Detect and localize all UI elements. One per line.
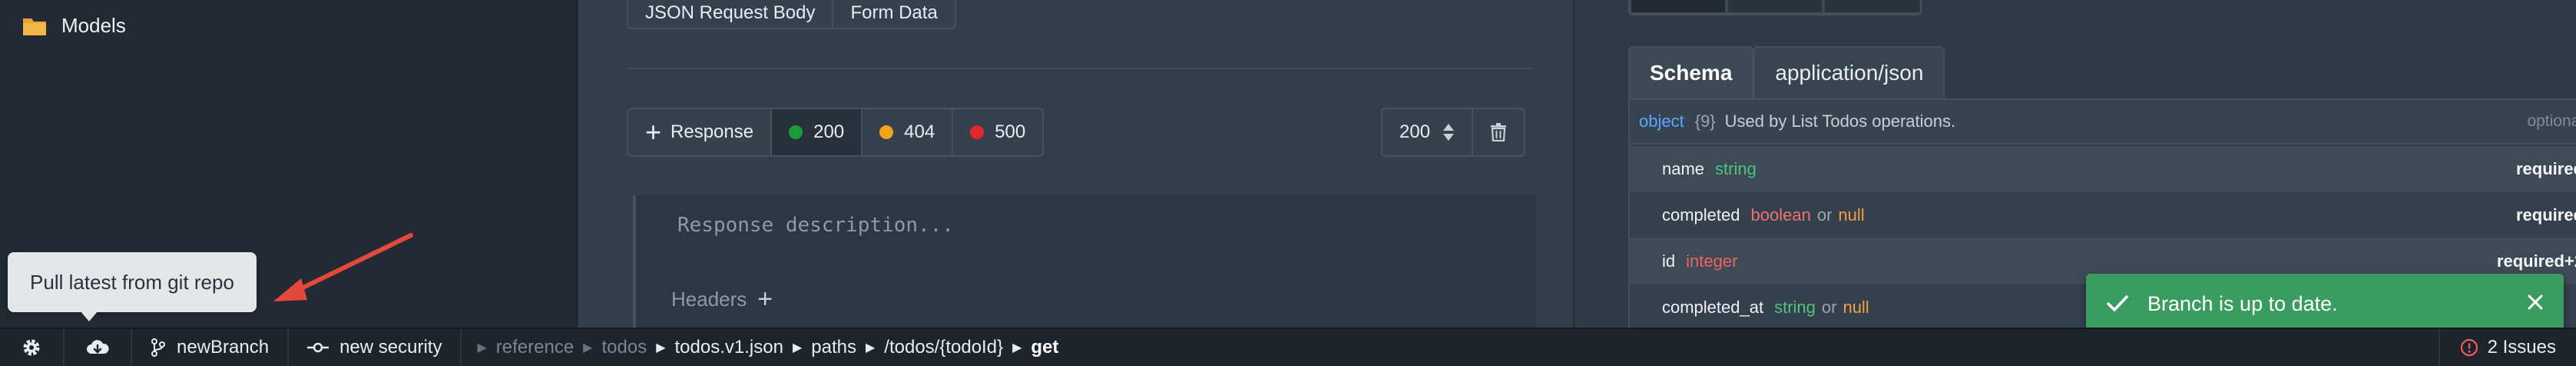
git-commit-icon: [307, 342, 329, 353]
chevron-right-icon: ▶: [792, 341, 803, 354]
segment-2[interactable]: [1727, 0, 1823, 14]
response-tab-500[interactable]: 500: [953, 109, 1042, 155]
tooltip: Pull latest from git repo: [8, 252, 257, 312]
breadcrumb-item[interactable]: /todos/{todoId}: [884, 337, 1003, 358]
close-toast-button[interactable]: [2527, 292, 2544, 316]
delete-response-button[interactable]: [1473, 109, 1524, 155]
commit-label: new security: [339, 337, 442, 358]
response-editor-panel: JSON Request Body Form Data + Response 2…: [579, 0, 1574, 328]
chevron-right-icon: ▶: [656, 341, 666, 354]
issues-count: 2 Issues: [2487, 337, 2556, 358]
divider: [627, 68, 1533, 69]
property-type: null: [1838, 205, 1865, 225]
chevron-right-icon: ▶: [1012, 341, 1022, 354]
schema-property-row[interactable]: name string required: [1630, 146, 2576, 192]
issues-button[interactable]: 2 Issues: [2438, 329, 2576, 366]
root-property-count: {9}: [1694, 111, 1716, 131]
chevron-right-icon: ▶: [583, 341, 593, 354]
alert-circle-icon: [2460, 338, 2478, 357]
branch-name: newBranch: [177, 337, 270, 358]
request-body-tabs: JSON Request Body Form Data: [627, 0, 956, 29]
property-type: string: [1774, 297, 1816, 317]
segment-1[interactable]: [1630, 0, 1727, 14]
response-tab-404[interactable]: 404: [863, 109, 954, 155]
property-name: completed: [1662, 205, 1740, 225]
property-requirement: required: [2515, 158, 2576, 178]
response-code: 200: [813, 121, 845, 142]
folder-icon: [22, 15, 48, 37]
breadcrumb-item[interactable]: todos: [601, 337, 647, 358]
schema-property-row[interactable]: completed boolean or null required: [1630, 192, 2576, 238]
branch-selector[interactable]: newBranch: [132, 329, 290, 366]
gear-icon: [23, 339, 40, 356]
chevron-right-icon: ▶: [865, 341, 876, 354]
headers-section: Headers +: [671, 284, 773, 314]
response-tab-200[interactable]: 200: [772, 109, 863, 155]
breadcrumb-item[interactable]: todos.v1.json: [675, 337, 783, 358]
close-icon: [2528, 294, 2543, 309]
property-requirement: required: [2515, 205, 2576, 225]
tab-schema[interactable]: Schema: [1628, 46, 1754, 98]
type-separator: or: [1816, 205, 1833, 225]
root-description: Used by List Todos operations.: [1724, 111, 1956, 131]
settings-button[interactable]: [0, 329, 65, 366]
response-tabs: + Response 200 404 500: [627, 108, 1045, 157]
status-bar: newBranch new security ▶ reference ▶ tod…: [0, 328, 2576, 366]
headers-label: Headers: [671, 288, 747, 311]
status-code-value: 200: [1399, 121, 1431, 142]
git-pull-button[interactable]: [65, 329, 132, 366]
property-type: string: [1715, 158, 1757, 178]
property-type: integer: [1686, 251, 1738, 271]
property-name: id: [1662, 251, 1676, 271]
sidebar-item-models[interactable]: Models: [22, 14, 126, 38]
type-separator: or: [1821, 297, 1837, 317]
schema-root-row[interactable]: object {9} Used by List Todos operations…: [1630, 100, 2576, 145]
breadcrumb: ▶ reference ▶ todos ▶ todos.v1.json ▶ pa…: [462, 329, 1058, 366]
success-toast: Branch is up to date.: [2086, 274, 2564, 334]
tab-form-data[interactable]: Form Data: [833, 0, 954, 28]
property-type: null: [1843, 297, 1869, 317]
status-code-select[interactable]: 200: [1382, 109, 1474, 155]
schema-tabs: Schema application/json: [1628, 46, 1945, 98]
git-branch-icon: [151, 338, 165, 357]
sidebar-item-label: Models: [61, 14, 126, 37]
checkmark-icon: [2107, 295, 2128, 311]
response-details: Response description... Headers +: [633, 195, 1536, 328]
breadcrumb-item-current[interactable]: get: [1031, 337, 1058, 358]
status-dot-green-icon: [789, 125, 803, 139]
property-name: completed_at: [1662, 297, 1764, 317]
breadcrumb-item[interactable]: reference: [496, 337, 574, 358]
tab-json-request-body[interactable]: JSON Request Body: [628, 0, 834, 28]
property-name: name: [1662, 158, 1705, 178]
toast-message: Branch is up to date.: [2147, 291, 2338, 315]
add-header-plus-icon[interactable]: +: [757, 284, 773, 314]
status-dot-red-icon: [970, 125, 985, 139]
chevron-right-icon: ▶: [477, 341, 487, 354]
view-segmented-control: [1628, 0, 1922, 15]
add-response-label: Response: [670, 121, 754, 142]
select-arrows-icon: [1443, 124, 1455, 141]
response-code: 500: [995, 121, 1026, 142]
root-type: object: [1639, 111, 1684, 131]
tab-application-json[interactable]: application/json: [1753, 46, 1945, 98]
response-description-input[interactable]: Response description...: [677, 214, 954, 237]
property-type: boolean: [1750, 205, 1811, 225]
root-optional-label: optional: [2527, 112, 2576, 130]
segment-3[interactable]: [1823, 0, 1920, 14]
add-response-button[interactable]: + Response: [628, 109, 773, 155]
status-dot-orange-icon: [879, 125, 894, 139]
trash-icon: [1491, 123, 1507, 141]
tooltip-pointer: [80, 311, 98, 321]
plus-icon: +: [645, 116, 662, 148]
response-code: 404: [904, 121, 935, 142]
status-code-control: 200: [1381, 108, 1526, 157]
property-requirement: required+2: [2496, 251, 2576, 271]
commit-button[interactable]: new security: [289, 329, 462, 366]
breadcrumb-item[interactable]: paths: [811, 337, 856, 358]
cloud-download-icon: [87, 340, 109, 354]
annotation-arrow-icon: [273, 233, 413, 301]
